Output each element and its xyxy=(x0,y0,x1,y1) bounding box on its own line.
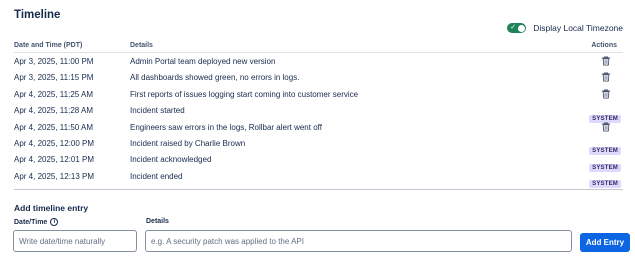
table-row: Apr 4, 2025, 11:25 AM First reports of is… xyxy=(14,86,623,102)
table-header: Date and Time (PDT) Details Actions xyxy=(14,40,623,53)
timeline-title: Timeline xyxy=(14,9,61,21)
column-header-date: Date and Time (PDT) xyxy=(14,42,83,49)
system-badge: SYSTEM xyxy=(589,172,621,190)
info-icon[interactable]: i xyxy=(50,218,59,226)
row-details: Incident ended xyxy=(130,171,183,181)
table-row: Apr 3, 2025, 11:00 PM Admin Portal team d… xyxy=(14,53,623,69)
trash-icon[interactable] xyxy=(601,56,611,66)
row-details: Engineers saw errors in the logs, Rollba… xyxy=(130,122,322,132)
table-row: Apr 4, 2025, 11:28 AM Incident started SYS… xyxy=(14,102,623,123)
details-input[interactable] xyxy=(145,230,572,252)
row-details: Incident started xyxy=(130,106,185,116)
details-label: Details xyxy=(146,218,169,225)
details-label-group: Details xyxy=(146,218,169,225)
add-entry-button[interactable]: Add Entry xyxy=(580,233,630,252)
row-date: Apr 4, 2025, 11:50 AM xyxy=(14,122,94,132)
local-timezone-toggle[interactable]: ✓ xyxy=(507,23,527,33)
row-details: All dashboards showed green, no errors i… xyxy=(130,73,300,83)
table-row: Apr 4, 2025, 12:01 PM Incident acknowledg… xyxy=(14,151,623,172)
row-date: Apr 4, 2025, 11:28 AM xyxy=(14,106,94,116)
row-date: Apr 4, 2025, 12:00 PM xyxy=(14,138,95,148)
row-details: Admin Portal team deployed new version xyxy=(130,57,276,66)
row-date: Apr 3, 2025, 11:15 PM xyxy=(14,73,94,83)
row-details: Incident raised by Charlie Brown xyxy=(130,138,246,148)
trash-icon[interactable] xyxy=(601,89,611,99)
row-details: Incident acknowledged xyxy=(130,155,212,165)
row-date: Apr 4, 2025, 12:01 PM xyxy=(14,155,95,165)
timeline-table: Date and Time (PDT) Details Actions Apr … xyxy=(14,40,623,189)
trash-icon[interactable] xyxy=(601,122,611,132)
section-divider xyxy=(14,189,623,190)
column-header-details: Details xyxy=(130,42,153,49)
local-timezone-label: Display Local Timezone xyxy=(533,23,623,33)
date-time-label-group: Date/Time i xyxy=(14,218,59,226)
column-header-actions: Actions xyxy=(591,42,617,49)
row-date: Apr 4, 2025, 12:13 PM xyxy=(14,171,95,181)
table-row: Apr 4, 2025, 12:00 PM Incident raised by … xyxy=(14,135,623,156)
table-body: Apr 3, 2025, 11:00 PM Admin Portal team d… xyxy=(14,53,623,189)
trash-icon[interactable] xyxy=(601,72,611,82)
table-row: Apr 4, 2025, 12:13 PM Incident ended SYSTE… xyxy=(14,168,623,189)
check-icon: ✓ xyxy=(510,24,517,31)
system-badge-label: SYSTEM xyxy=(589,180,621,189)
row-details: First reports of issues logging start co… xyxy=(130,89,359,99)
row-date: Apr 3, 2025, 11:00 PM xyxy=(14,57,94,66)
date-time-input[interactable] xyxy=(13,230,137,252)
table-row: Apr 4, 2025, 11:50 AM Engineers saw error… xyxy=(14,119,623,135)
table-row: Apr 3, 2025, 11:15 PM All dashboards show… xyxy=(14,69,623,85)
add-entry-title: Add timeline entry xyxy=(14,203,89,213)
toggle-knob xyxy=(517,24,525,32)
local-timezone-toggle-row[interactable]: ✓ Display Local Timezone xyxy=(507,23,623,33)
row-date: Apr 4, 2025, 11:25 AM xyxy=(14,89,94,99)
date-time-label: Date/Time xyxy=(14,218,48,226)
